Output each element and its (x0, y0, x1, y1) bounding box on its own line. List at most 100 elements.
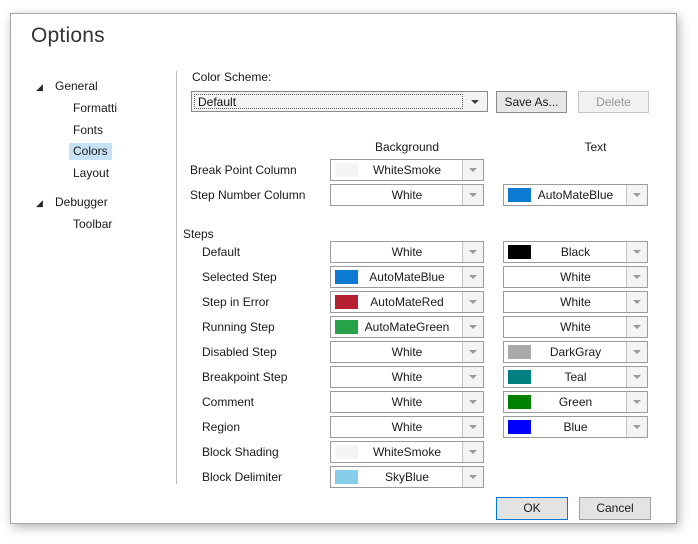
cancel-button[interactable]: Cancel (579, 497, 651, 520)
save-as-button[interactable]: Save As... (496, 91, 567, 113)
text-color-combo[interactable]: Green (503, 391, 648, 413)
background-color-combo[interactable]: White (330, 341, 484, 363)
background-color-combo[interactable]: White (330, 391, 484, 413)
delete-button: Delete (578, 91, 649, 113)
color-name: WhiteSmoke (331, 160, 483, 180)
chevron-down-icon (469, 193, 477, 197)
text-color-combo[interactable]: DarkGray (503, 341, 648, 363)
chevron-down-icon (469, 350, 477, 354)
ok-button[interactable]: OK (496, 497, 568, 520)
row-label: Running Step (202, 316, 275, 338)
sidebar-item-label: Colors (73, 144, 108, 158)
text-color-combo[interactable]: White (503, 266, 648, 288)
sidebar-item-label: Toolbar (73, 217, 112, 231)
color-name: White (331, 392, 483, 412)
sidebar-item-colors[interactable]: Colors (69, 143, 112, 160)
chevron-down-icon (633, 375, 641, 379)
chevron-down-icon (633, 193, 641, 197)
combo-arrow-button[interactable] (626, 392, 647, 412)
background-color-combo[interactable]: WhiteSmoke (330, 441, 484, 463)
combo-arrow-button[interactable] (626, 417, 647, 437)
sidebar-item-general[interactable]: ◢ General (51, 78, 102, 95)
background-color-combo[interactable]: White (330, 241, 484, 263)
chevron-down-icon (633, 325, 641, 329)
background-color-combo[interactable]: AutoMateRed (330, 291, 484, 313)
combo-arrow-button[interactable] (626, 267, 647, 287)
combo-arrow-button[interactable] (626, 317, 647, 337)
chevron-down-icon (633, 300, 641, 304)
background-color-combo[interactable]: White (330, 366, 484, 388)
combo-arrow-button[interactable] (462, 242, 483, 262)
sidebar-item-label: Formatti (73, 101, 117, 115)
dialog-title: Options (31, 24, 105, 48)
row-label: Breakpoint Step (202, 366, 287, 388)
row-label: Step Number Column (190, 184, 305, 206)
options-dialog: Options ◢ General Formatti Fonts Colors … (10, 13, 677, 524)
row-label: Comment (202, 391, 254, 413)
sidebar-item-formatti[interactable]: Formatti (69, 100, 121, 117)
sidebar-item-toolbar[interactable]: Toolbar (69, 216, 116, 233)
combo-arrow-button[interactable] (462, 292, 483, 312)
chevron-down-icon (633, 400, 641, 404)
chevron-down-icon (469, 250, 477, 254)
combo-arrow-button[interactable] (462, 367, 483, 387)
row-label: Break Point Column (190, 159, 297, 181)
text-color-combo[interactable]: White (503, 316, 648, 338)
combo-arrow-button[interactable] (462, 317, 483, 337)
combo-arrow-button[interactable] (626, 367, 647, 387)
steps-section-label: Steps (183, 227, 214, 241)
color-row: Step in Error AutoMateRed White (11, 291, 678, 313)
tree-expanded-icon[interactable]: ◢ (36, 79, 43, 96)
color-name: AutoMateRed (331, 292, 483, 312)
color-name: SkyBlue (331, 467, 483, 487)
combo-arrow-button[interactable] (626, 292, 647, 312)
color-row: Default White Black (11, 241, 678, 263)
background-color-combo[interactable]: AutoMateBlue (330, 266, 484, 288)
color-name: AutoMateBlue (331, 267, 483, 287)
background-color-combo[interactable]: White (330, 184, 484, 206)
combo-arrow-button[interactable] (626, 185, 647, 205)
chevron-down-icon (469, 275, 477, 279)
combo-arrow-button[interactable] (462, 442, 483, 462)
background-color-combo[interactable]: SkyBlue (330, 466, 484, 488)
color-name: White (331, 242, 483, 262)
chevron-down-icon (469, 375, 477, 379)
color-name: White (331, 342, 483, 362)
combo-arrow-button[interactable] (462, 392, 483, 412)
chevron-down-icon (469, 450, 477, 454)
chevron-down-icon (469, 475, 477, 479)
color-row: Breakpoint Step White Teal (11, 366, 678, 388)
color-row: Disabled Step White DarkGray (11, 341, 678, 363)
sidebar-item-fonts[interactable]: Fonts (69, 122, 107, 139)
chevron-down-icon (633, 250, 641, 254)
combo-arrow-button[interactable] (462, 185, 483, 205)
background-color-combo[interactable]: White (330, 416, 484, 438)
combo-arrow-button[interactable] (462, 342, 483, 362)
text-color-combo[interactable]: White (503, 291, 648, 313)
text-color-combo[interactable]: AutoMateBlue (503, 184, 648, 206)
text-color-combo[interactable]: Blue (503, 416, 648, 438)
color-scheme-combo[interactable]: Default (191, 91, 488, 112)
combo-arrow-button[interactable] (626, 342, 647, 362)
combo-arrow-button[interactable] (462, 467, 483, 487)
background-color-combo[interactable]: AutoMateGreen (330, 316, 484, 338)
combo-arrow-button[interactable] (462, 160, 483, 180)
color-row: Step Number Column White AutoMateBlue (11, 184, 678, 206)
combo-arrow-button[interactable] (626, 242, 647, 262)
text-color-combo[interactable]: Black (503, 241, 648, 263)
chevron-down-icon (469, 400, 477, 404)
chevron-down-icon (469, 168, 477, 172)
combo-arrow-button[interactable] (462, 267, 483, 287)
row-label: Disabled Step (202, 341, 277, 363)
background-color-combo[interactable]: WhiteSmoke (330, 159, 484, 181)
color-scheme-label: Color Scheme: (192, 70, 271, 84)
text-color-combo[interactable]: Teal (503, 366, 648, 388)
text-column-header: Text (523, 140, 668, 154)
row-label: Block Shading (202, 441, 279, 463)
color-name: AutoMateGreen (331, 317, 483, 337)
chevron-down-icon (469, 300, 477, 304)
row-label: Block Delimiter (202, 466, 282, 488)
row-label: Step in Error (202, 291, 269, 313)
combo-arrow-button[interactable] (462, 417, 483, 437)
color-row: Break Point Column WhiteSmoke (11, 159, 678, 181)
